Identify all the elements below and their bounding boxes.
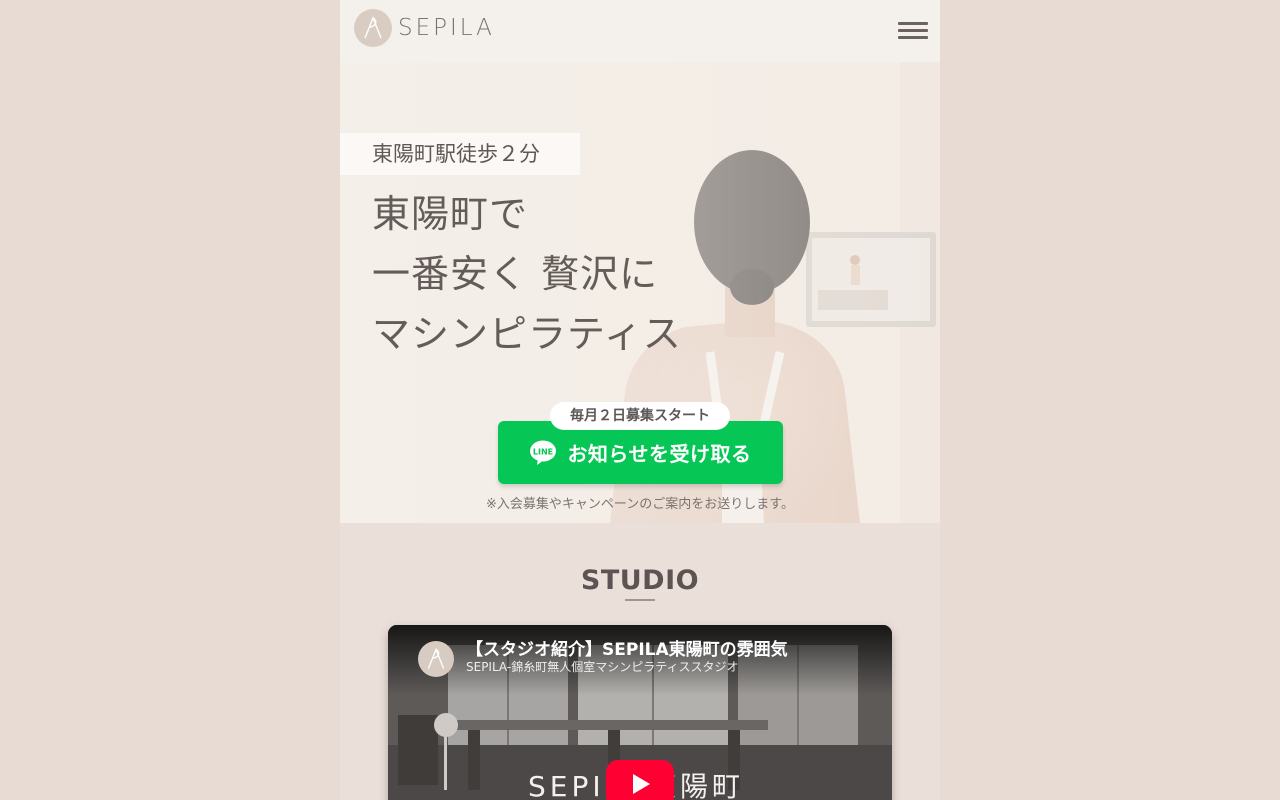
cta-note-badge: 毎月２日募集スタート — [550, 402, 730, 430]
studio-video-embed[interactable]: 【スタジオ紹介】SEPILA東陽町の雰囲気 SEPILA-錦糸町無人個室マシンピ… — [388, 625, 892, 800]
studio-heading: STUDIO — [580, 565, 700, 596]
studio-heading-underline — [625, 599, 655, 601]
logo[interactable]: SEPILA — [354, 9, 495, 47]
line-icon: LINE — [529, 440, 557, 466]
line-subscribe-button[interactable]: LINE お知らせを受け取る — [498, 421, 783, 484]
logo-text: SEPILA — [398, 15, 495, 41]
site-header: SEPILA — [340, 0, 940, 62]
video-title[interactable]: 【スタジオ紹介】SEPILA東陽町の雰囲気 — [466, 635, 788, 660]
channel-avatar[interactable] — [418, 641, 454, 677]
hero-section: 東陽町駅徒歩２分 東陽町で 一番安く 贅沢に マシンピラティス 毎月２日募集スタ… — [340, 62, 940, 523]
cta-subtext: ※入会募集やキャンペーンのご案内をお送りします。 — [486, 497, 794, 512]
hero-title-line-1: 東陽町で — [372, 192, 529, 236]
page: SEPILA 東陽町駅徒歩２分 東陽町で 一番安く 贅沢に マシンピラティス 毎… — [340, 0, 940, 800]
video-channel-name[interactable]: SEPILA-錦糸町無人個室マシンピラティススタジオ — [466, 658, 739, 675]
hero-title-line-3: マシンピラティス — [372, 312, 682, 356]
hero-title-line-2: 一番安く 贅沢に — [372, 252, 659, 296]
play-icon[interactable] — [606, 760, 674, 800]
access-badge: 東陽町駅徒歩２分 — [340, 133, 580, 175]
svg-text:LINE: LINE — [533, 447, 553, 456]
hero-title: 東陽町で 一番安く 贅沢に マシンピラティス — [372, 184, 682, 364]
logo-mark-icon — [354, 9, 392, 47]
cta-label: お知らせを受け取る — [567, 442, 752, 466]
hamburger-menu-icon[interactable] — [898, 22, 928, 42]
